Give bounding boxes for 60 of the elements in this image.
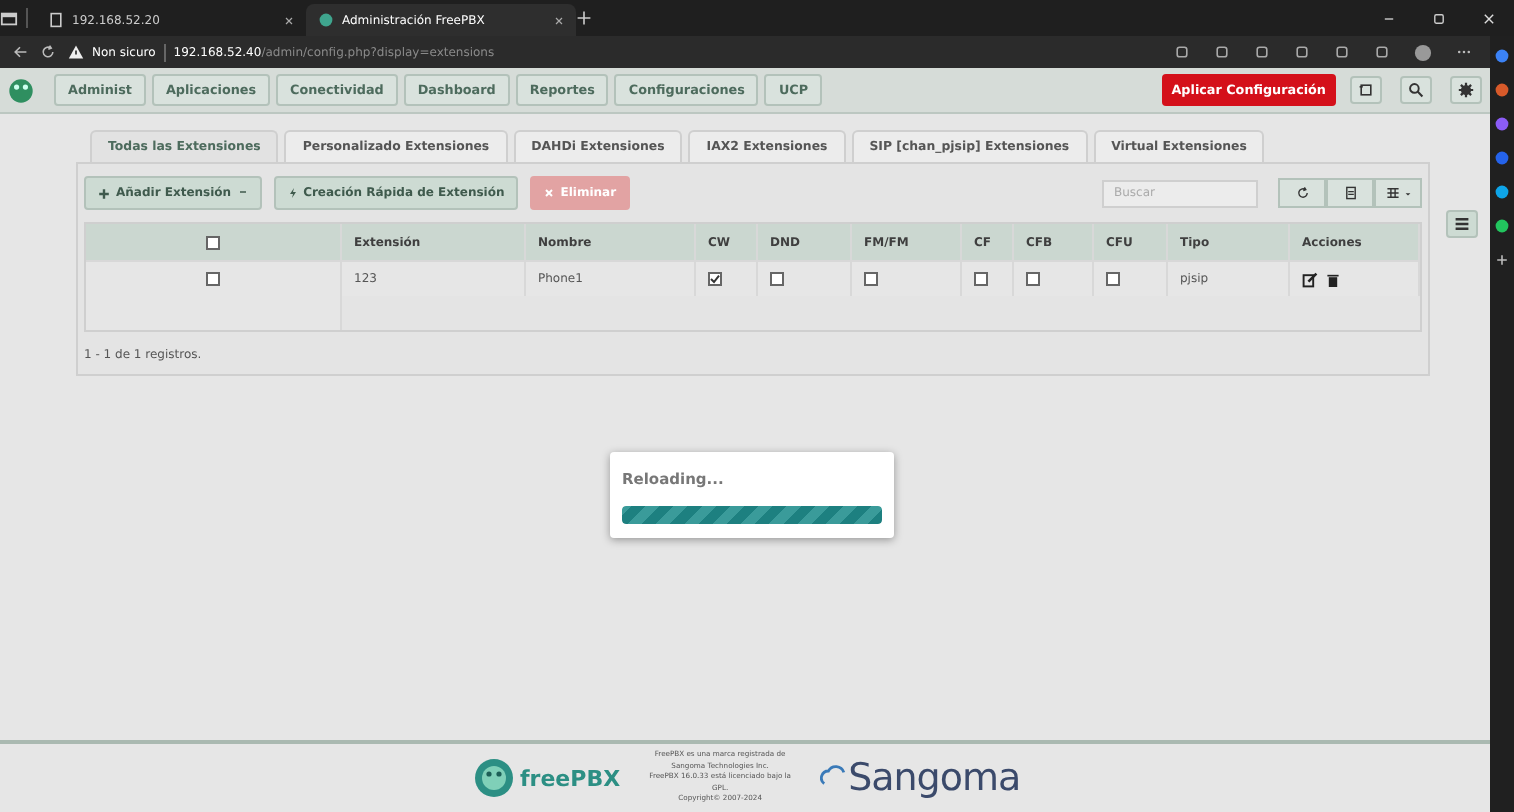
sidebar-app-button[interactable] (1494, 82, 1510, 98)
refresh-button[interactable] (1278, 178, 1326, 208)
app-icon (1494, 116, 1510, 132)
refresh-icon (40, 44, 56, 60)
settings-icon (1458, 82, 1474, 98)
checkbox[interactable] (1106, 272, 1120, 286)
trash-icon (1326, 271, 1340, 287)
app-icon (1494, 150, 1510, 166)
sidebar-app-button[interactable] (1494, 184, 1510, 200)
page-icon (48, 12, 64, 28)
checkbox[interactable] (974, 272, 988, 286)
warning-icon (68, 44, 84, 60)
search-icon (1408, 82, 1424, 98)
notes-icon (1358, 82, 1374, 98)
refresh-icon (1295, 186, 1309, 200)
list-icon (1343, 186, 1357, 200)
edit-button[interactable] (1302, 271, 1318, 287)
brand-name: freePBX (520, 765, 621, 791)
plus-icon (98, 187, 110, 199)
bolt-icon (287, 186, 298, 200)
new-tab-icon (576, 10, 592, 26)
close-icon (554, 15, 564, 25)
app-icon (1494, 184, 1510, 200)
app-icon (1494, 48, 1510, 64)
app-icon (1494, 82, 1510, 98)
search-button[interactable] (1400, 76, 1432, 104)
window-icon (0, 9, 18, 27)
sidebar-app-button[interactable] (1494, 116, 1510, 132)
notes-button[interactable] (1350, 76, 1382, 104)
checkbox[interactable] (770, 272, 784, 286)
columns-button[interactable] (1374, 178, 1422, 208)
delete-button[interactable] (1326, 271, 1340, 287)
sidebar-app-button[interactable] (1494, 48, 1510, 64)
list-icon (1454, 216, 1470, 232)
checkbox[interactable] (206, 235, 220, 249)
checkbox[interactable] (206, 272, 220, 286)
frog-logo-icon (8, 77, 34, 103)
refresh-button[interactable] (40, 44, 56, 60)
avatar-icon (1414, 43, 1432, 61)
restore-icon (1432, 11, 1446, 25)
freepbx-logo-icon (474, 758, 514, 798)
checkbox[interactable] (1026, 272, 1040, 286)
add-button[interactable] (1494, 252, 1510, 268)
back-arrow-icon (12, 44, 28, 60)
plus-icon (1494, 252, 1510, 268)
close-icon (1482, 11, 1496, 25)
checkbox[interactable] (864, 272, 878, 286)
sidebar-app-button[interactable] (1494, 150, 1510, 166)
checkbox[interactable] (708, 272, 722, 286)
back-button[interactable] (12, 44, 28, 60)
list-toggle-button[interactable] (1446, 210, 1478, 238)
close-icon (284, 15, 294, 25)
settings-button[interactable] (1450, 76, 1482, 104)
edit-icon (1302, 271, 1318, 287)
grid-icon (1385, 186, 1399, 200)
sidebar-app-button[interactable] (1494, 218, 1510, 234)
x-icon (544, 188, 555, 198)
toggle-view-button[interactable] (1326, 178, 1374, 208)
partner-name: Sangoma (848, 756, 1021, 800)
app-icon (1494, 218, 1510, 234)
